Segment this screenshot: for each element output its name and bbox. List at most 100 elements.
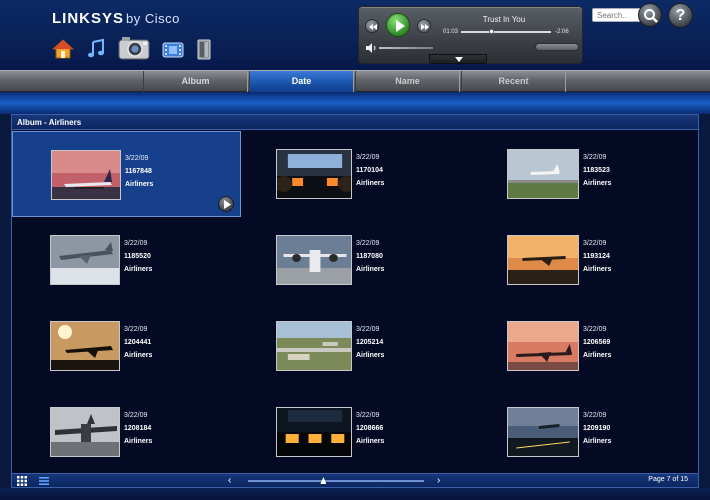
photo-album: Airliners [124,266,153,273]
photo-date: 3/22/09 [583,154,607,161]
photo-date: 3/22/09 [356,240,380,247]
brand-name: LINKSYS [52,10,125,27]
play-icon [224,200,231,209]
page-slider-knob[interactable] [320,477,327,484]
next-track-button[interactable] [417,19,431,33]
photo-item[interactable]: 3/22/09 1183523 Airliners [470,131,699,217]
photo-meta: 3/22/09 1193124 Airliners [583,237,611,276]
photo-item[interactable]: 3/22/09 1205214 Airliners [241,303,470,389]
photo-thumbnail[interactable] [276,149,352,199]
photo-meta: 3/22/09 1208666 Airliners [356,409,384,448]
tab-recent[interactable]: Recent [461,71,566,92]
page-slider[interactable] [248,477,424,484]
photo-id: 1167848 [125,168,152,175]
photo-album: Airliners [583,266,612,273]
previous-track-button[interactable] [365,19,379,33]
photo-thumbnail[interactable] [507,407,579,457]
photo-item[interactable]: 3/22/09 1204441 Airliners [12,303,241,389]
photo-thumbnail[interactable] [276,321,352,371]
photo-meta: 3/22/09 1209190 Airliners [583,409,611,448]
header-glow [0,92,710,114]
brand-logo: LINKSYS by Cisco [52,10,180,27]
player-expand-button[interactable] [429,54,487,64]
photo-thumbnail[interactable] [50,407,120,457]
chevron-down-icon [455,57,463,62]
previous-page-button[interactable]: ‹ [228,475,231,487]
home-icon[interactable] [52,38,74,60]
photo-date: 3/22/09 [124,326,148,333]
photo-item[interactable]: 3/22/09 1193124 Airliners [470,217,699,303]
volume-slider[interactable] [379,47,433,49]
remaining-time: -2:06 [555,29,569,35]
seek-slider[interactable] [461,29,551,34]
player-option-pill[interactable] [535,43,579,51]
photo-album: Airliners [356,266,385,273]
grid-view-icon[interactable] [16,475,28,487]
photo-date: 3/22/09 [356,326,380,333]
photo-meta: 3/22/09 1187080 Airliners [356,237,384,276]
photo-item[interactable]: 3/22/09 1208666 Airliners [241,389,470,475]
sort-tab-bar: Album Date Name Recent [0,70,710,92]
photo-thumbnail[interactable] [276,235,352,285]
photo-id: 1193124 [583,253,610,260]
photo-camera-icon[interactable] [118,34,150,60]
help-button[interactable]: ? [668,3,693,28]
photo-thumbnail[interactable] [50,235,120,285]
photo-meta: 3/22/09 1205214 Airliners [356,323,384,362]
photo-id: 1185520 [124,253,151,260]
nav-icon-bar [52,30,212,60]
photo-thumbnail[interactable] [51,150,121,200]
photo-grid: 3/22/09 1167848 Airliners 3/22/09 1170104 Air… [12,131,698,473]
search-button[interactable] [638,3,662,27]
photo-item[interactable]: 3/22/09 1206569 Airliners [470,303,699,389]
rewind-icon [369,24,377,30]
photo-thumbnail[interactable] [507,321,579,371]
photo-id: 1205214 [356,339,384,346]
volume-icon[interactable] [365,43,377,53]
photo-album: Airliners [583,438,612,445]
photo-thumbnail[interactable] [276,407,352,457]
video-icon[interactable] [162,40,184,60]
photo-date: 3/22/09 [124,412,148,419]
photo-thumbnail[interactable] [507,235,579,285]
photo-album: Airliners [125,181,154,188]
photo-item[interactable]: 3/22/09 1170104 Airliners [241,131,470,217]
photo-thumbnail[interactable] [507,149,579,199]
photo-album: Airliners [356,438,385,445]
tab-album[interactable]: Album [143,71,248,92]
photo-item[interactable]: 3/22/09 1185520 Airliners [12,217,241,303]
photo-meta: 3/22/09 1208184 Airliners [124,409,152,448]
photo-album: Airliners [583,352,612,359]
photo-item[interactable]: 3/22/09 1167848 Airliners [12,131,241,217]
photo-item[interactable]: 3/22/09 1209190 Airliners [470,389,699,475]
photo-id: 1187080 [356,253,383,260]
photo-thumbnail[interactable] [50,321,120,371]
photo-date: 3/22/09 [356,154,380,161]
photo-item[interactable]: 3/22/09 1187080 Airliners [241,217,470,303]
photo-item[interactable]: 3/22/09 1208184 Airliners [12,389,241,475]
photo-date: 3/22/09 [124,240,148,247]
next-page-button[interactable]: › [437,475,440,487]
photo-date: 3/22/09 [583,326,607,333]
photo-date: 3/22/09 [356,412,380,419]
slideshow-play-button[interactable] [218,196,234,212]
list-view-icon[interactable] [38,475,50,487]
photo-id: 1206569 [583,339,611,346]
photo-meta: 3/22/09 1206569 Airliners [583,323,611,362]
search-input[interactable] [592,8,642,22]
fast-forward-icon [421,24,429,30]
play-icon [396,20,405,32]
tab-name[interactable]: Name [355,71,460,92]
play-button[interactable] [386,13,410,37]
photo-album: Airliners [356,352,385,359]
track-title: Trust In You [482,15,526,24]
music-icon[interactable] [86,38,106,60]
photo-album: Airliners [356,180,385,187]
photo-meta: 3/22/09 1183523 Airliners [583,151,611,190]
device-icon[interactable] [196,38,212,60]
bottom-strip [0,488,710,500]
app-header: LINKSYS by Cisco Trust In You 01:03 -2:0… [0,0,710,70]
photo-meta: 3/22/09 1204441 Airliners [124,323,152,362]
seek-knob[interactable] [488,29,494,34]
tab-date[interactable]: Date [249,71,354,92]
